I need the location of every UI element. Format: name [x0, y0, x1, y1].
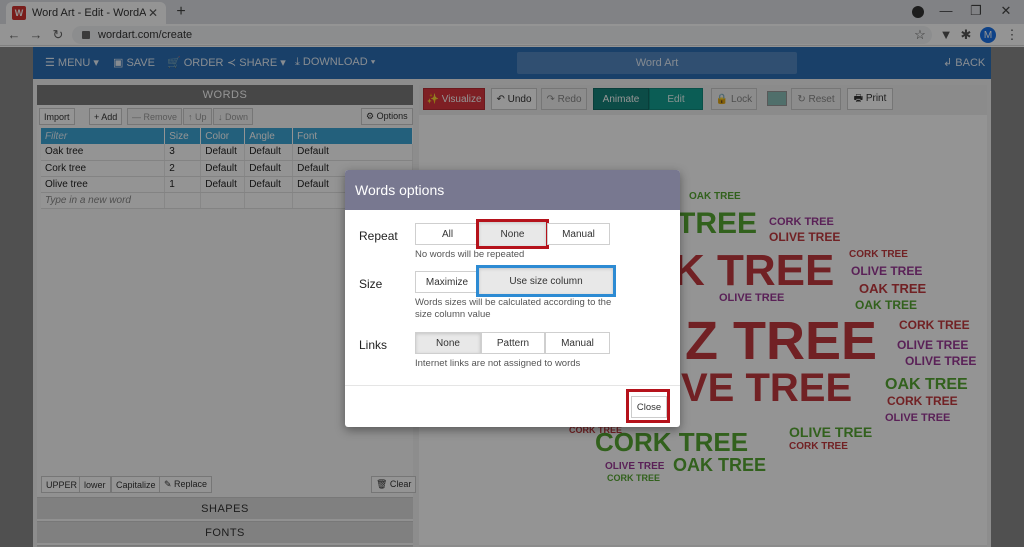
close-button-highlight [626, 389, 670, 423]
repeat-label: Repeat [359, 229, 398, 243]
links-help-text: Internet links are not assigned to words [415, 358, 581, 369]
repeat-none-option[interactable]: None [476, 219, 549, 249]
size-use-size-column-option[interactable]: Use size column [476, 265, 616, 297]
links-none-option[interactable]: None [415, 332, 481, 354]
size-maximize-option[interactable]: Maximize [415, 271, 479, 293]
words-options-dialog: Words options Repeat All None Manual No … [345, 170, 680, 427]
links-pattern-option[interactable]: Pattern [481, 332, 545, 354]
links-manual-option[interactable]: Manual [545, 332, 610, 354]
links-label: Links [359, 338, 388, 352]
size-label: Size [359, 277, 383, 291]
repeat-all-option[interactable]: All [415, 223, 480, 245]
repeat-help-text: No words will be repeated [415, 249, 525, 260]
size-help-text: Words sizes will be calculated according… [415, 297, 612, 320]
dialog-title: Words options [345, 170, 680, 210]
repeat-manual-option[interactable]: Manual [547, 223, 610, 245]
